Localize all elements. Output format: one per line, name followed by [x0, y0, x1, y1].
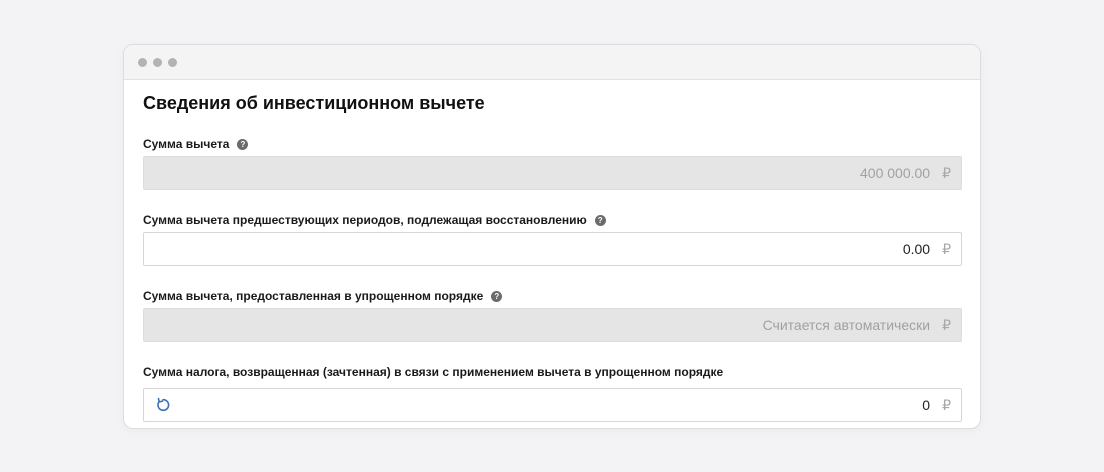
help-icon[interactable]: ? — [491, 290, 503, 302]
simplified-deduction-field: Считается автоматически ₽ — [143, 308, 962, 342]
field-value[interactable]: 0.00 — [903, 241, 930, 257]
tax-returned-input[interactable]: 0 ₽ — [143, 388, 962, 422]
field-label-row-deduction: Сумма вычета ? — [143, 136, 962, 152]
ruble-icon: ₽ — [942, 240, 951, 257]
help-icon[interactable]: ? — [237, 138, 249, 150]
field-label-row-simplified: Сумма вычета, предоставленная в упрощенн… — [143, 288, 962, 304]
field-label-row-restore: Сумма вычета предшествующих периодов, по… — [143, 212, 962, 228]
form-content: Сведения об инвестиционном вычете Сумма … — [124, 80, 980, 422]
field-label-tax-returned: Сумма налога, возвращенная (зачтенная) в… — [143, 365, 724, 379]
page-title: Сведения об инвестиционном вычете — [143, 93, 485, 113]
field-value: 400 000.00 — [860, 165, 931, 181]
field-label-simplified: Сумма вычета, предоставленная в упрощенн… — [143, 289, 484, 303]
field-value: Считается автоматически — [762, 317, 931, 333]
field-value[interactable]: 0 — [922, 397, 930, 413]
ruble-icon: ₽ — [942, 396, 951, 413]
restore-amount-input[interactable]: 0.00 ₽ — [143, 232, 962, 266]
window-dot-minimize[interactable] — [153, 57, 162, 67]
window-dot-maximize[interactable] — [168, 57, 177, 67]
window-titlebar — [124, 45, 980, 80]
app-window: Сведения об инвестиционном вычете Сумма … — [123, 44, 981, 429]
field-label-row-tax-returned: Сумма налога, возвращенная (зачтенная) в… — [143, 364, 962, 380]
field-label-deduction: Сумма вычета — [143, 137, 230, 151]
ruble-icon: ₽ — [942, 164, 951, 181]
deduction-amount-field: 400 000.00 ₽ — [143, 156, 962, 190]
field-label-restore: Сумма вычета предшествующих периодов, по… — [143, 213, 587, 227]
reset-icon[interactable] — [155, 397, 171, 413]
window-dot-close[interactable] — [138, 57, 147, 67]
help-icon[interactable]: ? — [594, 214, 606, 226]
ruble-icon: ₽ — [942, 316, 951, 333]
